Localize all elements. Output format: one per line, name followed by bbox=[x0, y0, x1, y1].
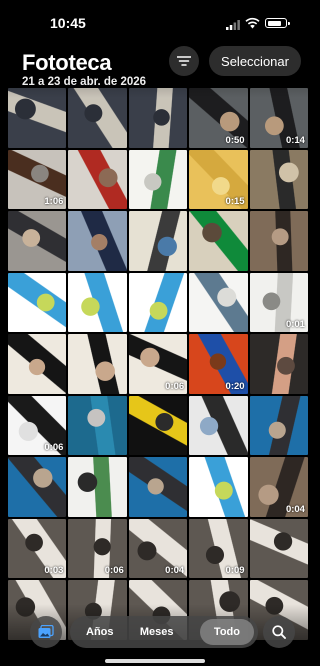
photo-image bbox=[8, 334, 67, 394]
photo-image bbox=[68, 334, 127, 394]
photo-thumbnail[interactable] bbox=[189, 395, 248, 455]
photo-image bbox=[128, 457, 188, 517]
video-duration-label: 0:14 bbox=[285, 134, 305, 146]
tab-months[interactable]: Meses bbox=[140, 626, 174, 638]
video-duration-label: 0:04 bbox=[165, 565, 185, 576]
photo-image bbox=[68, 149, 127, 209]
photo-thumbnail[interactable] bbox=[8, 211, 67, 271]
photo-thumbnail[interactable] bbox=[8, 272, 67, 332]
photo-image bbox=[68, 457, 127, 517]
photo-thumbnail[interactable] bbox=[189, 211, 248, 271]
photo-thumbnail[interactable] bbox=[8, 457, 67, 517]
photo-image bbox=[8, 457, 67, 517]
photo-grid: 0:50 0:14 1:06 0:15 0:01 0:06 0:20 0:06 0:04 0:03… bbox=[8, 88, 310, 640]
photo-image bbox=[68, 272, 127, 332]
video-duration-label: 0:09 bbox=[225, 565, 245, 576]
video-duration-label: 0:20 bbox=[225, 380, 245, 392]
photo-image bbox=[8, 211, 67, 271]
bottom-toolbar: Años Meses Todo bbox=[0, 604, 310, 666]
photo-image bbox=[249, 395, 308, 455]
photo-thumbnail[interactable] bbox=[68, 457, 127, 517]
photo-thumbnail[interactable] bbox=[128, 457, 188, 517]
filter-menu-button[interactable] bbox=[169, 46, 199, 76]
photo-thumbnail[interactable] bbox=[68, 334, 127, 394]
photos-library-icon bbox=[38, 625, 54, 638]
photo-library-screen: 0:50 0:14 1:06 0:15 0:01 0:06 0:20 0:06 0:04 0:03… bbox=[0, 0, 310, 666]
photo-thumbnail[interactable] bbox=[8, 334, 67, 394]
photo-image bbox=[189, 211, 248, 271]
video-duration-label: 0:06 bbox=[44, 442, 64, 453]
photo-image bbox=[249, 211, 308, 271]
photo-thumbnail[interactable] bbox=[68, 272, 127, 332]
page-title: Fototeca bbox=[22, 50, 112, 75]
wifi-icon bbox=[245, 17, 260, 29]
photo-thumbnail[interactable] bbox=[128, 395, 188, 455]
photo-image bbox=[189, 395, 248, 455]
status-time: 10:45 bbox=[50, 15, 86, 31]
photo-thumbnail[interactable] bbox=[68, 211, 127, 271]
photo-thumbnail[interactable]: 0:06 bbox=[128, 334, 188, 394]
photo-image bbox=[68, 395, 127, 455]
photo-thumbnail[interactable]: 1:06 bbox=[8, 149, 67, 209]
photo-image bbox=[249, 149, 308, 209]
tab-all[interactable]: Todo bbox=[199, 619, 254, 645]
photo-image bbox=[68, 211, 127, 271]
photo-thumbnail[interactable]: 0:06 bbox=[8, 395, 67, 455]
photo-image bbox=[128, 211, 188, 271]
photo-thumbnail[interactable] bbox=[249, 395, 308, 455]
view-segmented-control: Años Meses Todo bbox=[70, 616, 258, 648]
search-button[interactable] bbox=[263, 616, 295, 648]
photo-thumbnail[interactable] bbox=[189, 457, 248, 517]
battery-icon bbox=[265, 18, 290, 28]
photo-thumbnail[interactable] bbox=[249, 518, 308, 578]
video-duration-label: 0:06 bbox=[104, 565, 124, 576]
library-header: Fototeca 21 a 23 de abr. de 2026 Selecci… bbox=[0, 36, 310, 98]
photo-thumbnail[interactable]: 0:09 bbox=[189, 518, 248, 578]
library-button[interactable] bbox=[30, 616, 62, 648]
photo-thumbnail[interactable]: 0:20 bbox=[189, 334, 248, 394]
photo-image bbox=[249, 334, 308, 394]
date-range-label: 21 a 23 de abr. de 2026 bbox=[22, 76, 147, 88]
photo-thumbnail[interactable]: 0:04 bbox=[249, 457, 308, 517]
photo-image bbox=[189, 272, 248, 332]
photo-thumbnail[interactable]: 0:04 bbox=[128, 518, 188, 578]
video-duration-label: 0:03 bbox=[44, 565, 64, 576]
photo-thumbnail[interactable] bbox=[68, 395, 127, 455]
search-icon bbox=[272, 625, 286, 639]
photo-thumbnail[interactable] bbox=[128, 272, 188, 332]
photo-thumbnail[interactable]: 0:06 bbox=[68, 518, 127, 578]
photo-image bbox=[8, 272, 67, 332]
photo-thumbnail[interactable] bbox=[128, 211, 188, 271]
video-duration-label: 0:01 bbox=[285, 319, 305, 330]
video-duration-label: 1:06 bbox=[44, 196, 64, 207]
video-duration-label: 0:50 bbox=[225, 134, 245, 146]
photo-thumbnail[interactable] bbox=[249, 334, 308, 394]
photo-thumbnail[interactable] bbox=[189, 272, 248, 332]
photo-image bbox=[128, 149, 188, 209]
video-duration-label: 0:04 bbox=[285, 503, 305, 515]
video-duration-label: 0:15 bbox=[225, 196, 245, 207]
cellular-signal-icon bbox=[226, 20, 240, 30]
photo-thumbnail[interactable] bbox=[68, 149, 127, 209]
video-duration-label: 0:06 bbox=[165, 380, 185, 392]
sort-menu-icon bbox=[177, 56, 191, 66]
photo-thumbnail[interactable]: 0:15 bbox=[189, 149, 248, 209]
photo-image bbox=[128, 395, 188, 455]
photo-image bbox=[128, 272, 188, 332]
photo-image bbox=[189, 457, 248, 517]
tab-years[interactable]: Años bbox=[86, 626, 114, 638]
photo-thumbnail[interactable]: 0:01 bbox=[249, 272, 308, 332]
select-button[interactable]: Seleccionar bbox=[209, 46, 301, 76]
photo-thumbnail[interactable] bbox=[249, 149, 308, 209]
home-indicator bbox=[105, 659, 205, 663]
photo-image bbox=[249, 518, 308, 578]
photo-thumbnail[interactable] bbox=[249, 211, 308, 271]
photo-thumbnail[interactable]: 0:03 bbox=[8, 518, 67, 578]
photo-thumbnail[interactable] bbox=[128, 149, 188, 209]
